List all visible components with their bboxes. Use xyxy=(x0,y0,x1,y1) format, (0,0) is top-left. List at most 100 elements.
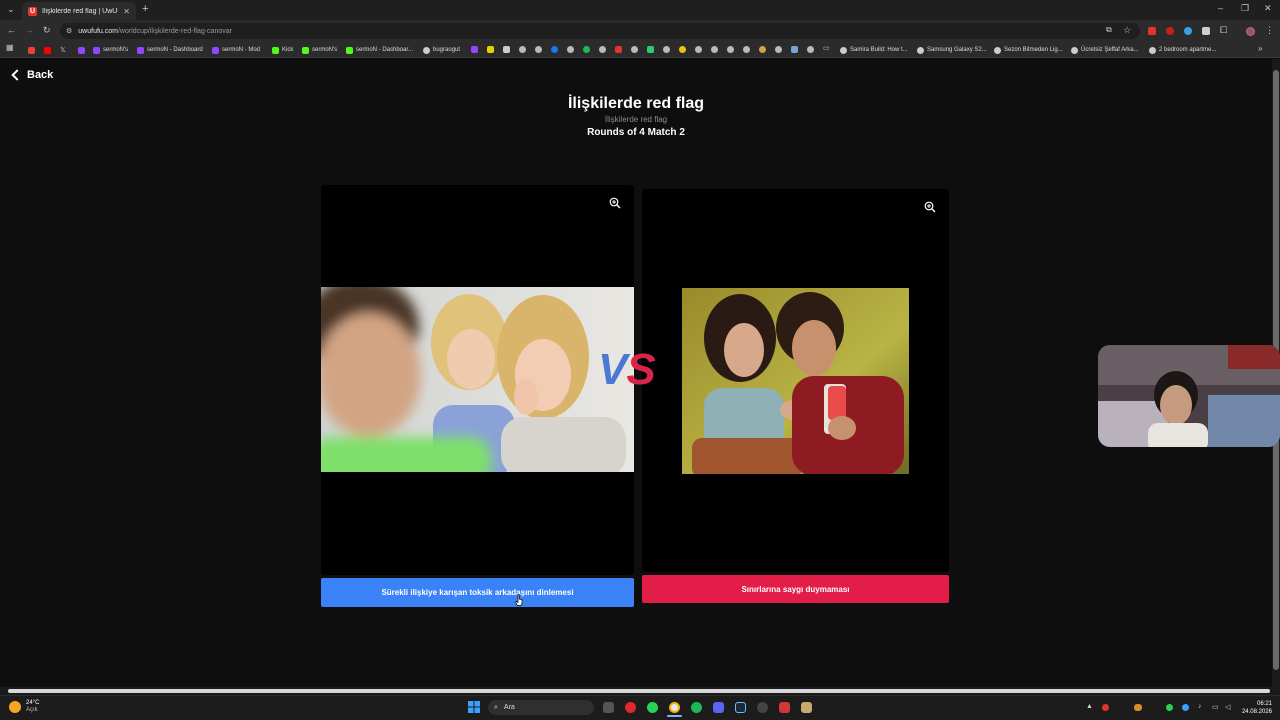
bookmark-favicon-icon[interactable] xyxy=(663,46,670,53)
bookmark-item[interactable] xyxy=(28,44,35,56)
bookmark-item[interactable] xyxy=(44,44,51,56)
minimize-button[interactable]: – xyxy=(1218,4,1223,13)
extension-icon[interactable] xyxy=(1148,27,1156,35)
url-text: uwufufu.com/worldcup/ilişkilerde-red-fla… xyxy=(78,27,232,35)
twitch-icon xyxy=(137,46,144,54)
bookmark-item[interactable]: bugraogut xyxy=(423,44,460,56)
extension-icon[interactable] xyxy=(1166,27,1174,35)
system-clock[interactable]: 06:21 24.08.2026 xyxy=(1238,700,1272,716)
bookmark-favicon-icon[interactable] xyxy=(487,46,494,53)
candidate-image-left[interactable] xyxy=(321,287,634,472)
app-icon[interactable] xyxy=(647,702,658,713)
league-icon[interactable] xyxy=(801,702,812,713)
tab-close-icon[interactable]: ✕ xyxy=(123,7,130,16)
choose-right-button[interactable]: Sınırlarına saygı duymaması xyxy=(642,575,949,603)
menu-dots-icon[interactable]: ⋮ xyxy=(1265,26,1274,35)
bookmark-item[interactable]: Sezon Bitmeden Lig... xyxy=(994,44,1063,56)
bookmark-item[interactable]: 𝕏 xyxy=(60,44,66,56)
folder-icon[interactable]: ▭ xyxy=(823,45,830,52)
back-arrow-icon[interactable]: ← xyxy=(7,26,16,35)
bookmark-item[interactable]: Samira Build: How t... xyxy=(840,44,908,56)
windows-start-icon[interactable] xyxy=(468,701,480,713)
bookmark-favicon-icon[interactable] xyxy=(471,46,478,53)
bookmark-favicon-icon[interactable] xyxy=(711,46,718,53)
volume-icon[interactable]: ◁ xyxy=(1225,703,1230,711)
new-tab-button[interactable]: + xyxy=(142,4,148,15)
apps-grid-icon[interactable]: ▦ xyxy=(6,44,14,52)
bookmark-item[interactable]: Ücretsiz Şeffaf Arka... xyxy=(1071,44,1139,56)
extensions-puzzle-icon[interactable]: ⧠ xyxy=(1220,26,1227,35)
bookmark-favicon-icon[interactable] xyxy=(743,46,750,53)
bookmark-item[interactable]: sermoN's xyxy=(93,44,128,56)
bookmark-favicon-icon[interactable] xyxy=(503,46,510,53)
bookmark-item[interactable]: Kick xyxy=(272,44,293,56)
back-button[interactable]: Back xyxy=(10,69,53,81)
steam-icon[interactable] xyxy=(735,702,746,713)
bookmark-favicon-icon[interactable] xyxy=(679,46,686,53)
bookmark-item[interactable]: sermoN - Mod xyxy=(212,44,260,56)
weather-widget[interactable]: 24°C Açık xyxy=(26,700,39,714)
weather-sun-icon[interactable] xyxy=(9,701,21,713)
tray-icon[interactable]: ▲ xyxy=(1086,703,1093,710)
bookmark-favicon-icon[interactable] xyxy=(519,46,526,53)
temperature: 24°C xyxy=(26,700,40,706)
bookmark-item[interactable]: 2 bedroom apartme... xyxy=(1149,44,1216,56)
bookmark-favicon-icon[interactable] xyxy=(791,46,798,53)
tray-icon[interactable] xyxy=(1182,704,1189,711)
profile-avatar[interactable] xyxy=(1246,27,1255,36)
taskbar-search[interactable]: ⌕ Ara xyxy=(488,700,594,715)
bookmark-favicon-icon[interactable] xyxy=(695,46,702,53)
bookmark-item[interactable]: sermoN's xyxy=(302,44,337,56)
tab-search-icon[interactable]: ⌄ xyxy=(7,5,15,14)
forward-arrow-icon[interactable]: → xyxy=(25,26,34,35)
scrollbar-thumb[interactable] xyxy=(8,689,1270,693)
bookmark-favicon-icon[interactable] xyxy=(615,46,622,53)
bookmark-item[interactable]: sermoN - Dashboard xyxy=(137,44,203,56)
bookmark-favicon-icon[interactable] xyxy=(775,46,782,53)
extension-icon[interactable] xyxy=(1184,27,1192,35)
browser-tab[interactable]: U İlişkilerde red flag | UwUFUFU ✕ xyxy=(22,2,136,20)
bookmark-favicon-icon[interactable] xyxy=(599,46,606,53)
bookmark-item[interactable]: Samsung Galaxy S2... xyxy=(917,44,987,56)
bookmark-favicon-icon[interactable] xyxy=(759,46,766,53)
opera-icon[interactable] xyxy=(625,702,636,713)
extension-icon[interactable] xyxy=(1202,27,1210,35)
choose-left-button[interactable]: Sürekli ilişkiye karışan toksik arkadaşı… xyxy=(321,578,634,607)
zoom-in-icon[interactable] xyxy=(609,197,621,209)
spotify-icon[interactable] xyxy=(691,702,702,713)
tray-icon[interactable] xyxy=(1134,704,1142,711)
reload-icon[interactable]: ↻ xyxy=(43,26,51,35)
address-bar[interactable]: ⚙ uwufufu.com/worldcup/ilişkilerde-red-f… xyxy=(60,23,1140,39)
bookmark-favicon-icon[interactable] xyxy=(567,46,574,53)
obs-icon[interactable] xyxy=(757,702,768,713)
task-view-icon[interactable] xyxy=(603,702,614,713)
zoom-in-icon[interactable] xyxy=(924,201,936,213)
bookmark-favicon-icon[interactable] xyxy=(631,46,638,53)
browser-tab-bar xyxy=(0,0,1280,20)
tray-icon[interactable] xyxy=(1102,704,1109,711)
translate-icon[interactable]: ⧉ xyxy=(1106,26,1112,34)
bookmark-favicon-icon[interactable] xyxy=(551,46,558,53)
tray-icon[interactable] xyxy=(1166,704,1173,711)
candidate-image-right[interactable] xyxy=(682,288,909,474)
bookmark-item[interactable] xyxy=(78,44,85,56)
network-icon[interactable]: ▭ xyxy=(1212,703,1219,711)
restore-button[interactable]: ❐ xyxy=(1241,4,1249,13)
bookmark-favicon-icon[interactable] xyxy=(583,46,590,53)
bookmark-item[interactable]: sermoN - Dashboar... xyxy=(346,44,413,56)
page-subtitle: İlişkilerde red flag xyxy=(604,115,668,124)
discord-icon[interactable] xyxy=(713,702,724,713)
more-bookmarks-icon[interactable]: » xyxy=(1258,45,1262,53)
app-icon[interactable] xyxy=(779,702,790,713)
twitch-icon xyxy=(212,46,219,54)
bookmark-favicon-icon[interactable] xyxy=(727,46,734,53)
kick-icon xyxy=(272,46,279,54)
bookmark-favicon-icon[interactable] xyxy=(535,46,542,53)
microphone-icon[interactable]: ♪ xyxy=(1198,703,1202,710)
site-info-icon[interactable]: ⚙ xyxy=(66,28,72,35)
bookmark-favicon-icon[interactable] xyxy=(647,46,654,53)
chrome-icon[interactable] xyxy=(669,702,680,713)
close-window-button[interactable]: ✕ xyxy=(1264,4,1272,13)
bookmark-star-icon[interactable]: ☆ xyxy=(1123,26,1131,35)
bookmark-favicon-icon[interactable] xyxy=(807,46,814,53)
